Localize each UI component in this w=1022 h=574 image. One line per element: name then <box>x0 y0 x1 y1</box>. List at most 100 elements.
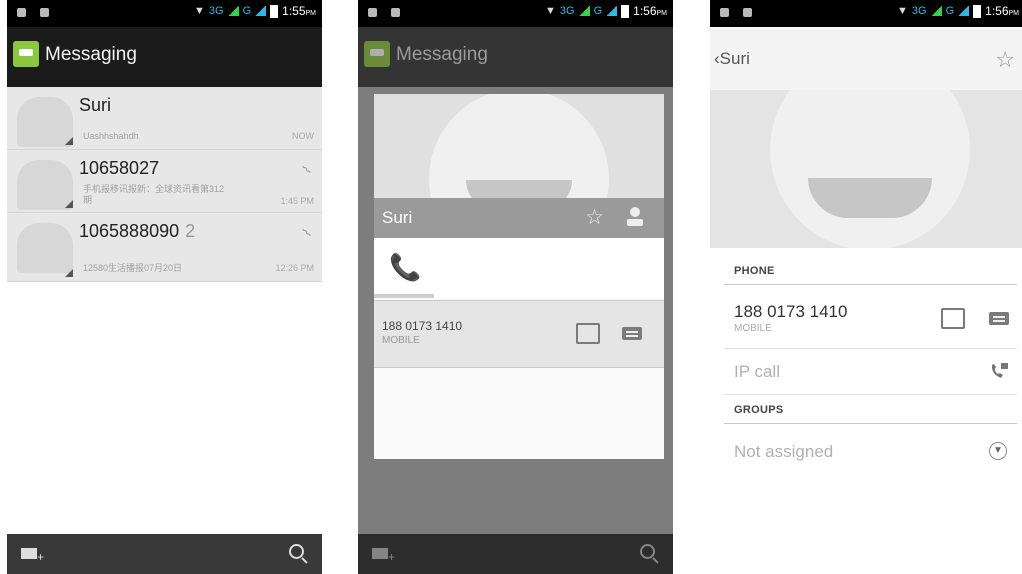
ip-call-label: IP call <box>734 362 780 381</box>
conversation-name: 1065888090 2 <box>79 221 196 241</box>
chevron-down-icon[interactable]: ▼ <box>989 442 1007 460</box>
avatar[interactable] <box>17 223 73 273</box>
network-label-2: G <box>945 5 955 17</box>
conversation-snippet: 12580生活播报07月20日 <box>83 263 183 273</box>
contact-photo <box>710 90 1022 248</box>
conversation-snippet: 手机报移讯报新：全球资讯看第312期 <box>83 184 225 205</box>
attachment-icon: ⌇ <box>298 162 315 178</box>
notification-icon <box>40 8 49 17</box>
battery-icon <box>973 4 982 18</box>
section-header-phone: PHONE <box>734 265 775 277</box>
network-label-2: G <box>593 5 603 17</box>
messaging-app-icon <box>364 41 390 67</box>
notification-icon <box>391 8 400 17</box>
groups-row[interactable]: Not assigned ▼ <box>724 428 1017 472</box>
conversation-item[interactable]: Suri Uashhshahdh NOW <box>7 87 322 150</box>
notification-icon <box>17 8 26 17</box>
ip-call-icon[interactable] <box>989 362 1009 380</box>
network-label-2: G <box>242 5 252 17</box>
action-bar: Messaging <box>7 27 322 87</box>
status-bar: ▼ 3G G 1:55PM <box>7 0 322 27</box>
message-count: 2 <box>185 221 196 241</box>
quick-contact-badge-icon <box>65 269 73 277</box>
status-bar: ▼ 3G G 1:56PM <box>358 0 673 27</box>
phone-icon[interactable]: 📞 <box>389 252 421 283</box>
conversation-time: 1:45 PM <box>280 196 314 206</box>
star-icon[interactable]: ☆ <box>585 205 604 230</box>
signal-icon <box>606 6 618 16</box>
open-contact-icon[interactable] <box>626 205 644 227</box>
bottom-action-bar <box>358 534 673 574</box>
back-button[interactable]: ‹Suri <box>714 49 750 69</box>
notification-icon <box>720 8 729 17</box>
section-divider <box>724 284 1017 285</box>
contact-name: Suri <box>382 208 413 227</box>
contact-name-bar: Suri ☆ <box>374 198 664 238</box>
conversation-time: 12:26 PM <box>275 263 314 273</box>
conversation-item[interactable]: 10658027 ⌇ 手机报移讯报新：全球资讯看第312期 1:45 PM <box>7 150 322 213</box>
phone-type: MOBILE <box>734 323 772 334</box>
notification-icon <box>368 8 377 17</box>
network-label: 3G <box>911 5 927 17</box>
app-title: Messaging <box>396 44 488 65</box>
quick-contact-badge-icon <box>65 137 73 145</box>
conversation-name: Suri <box>79 95 112 115</box>
battery-icon <box>270 4 279 18</box>
wifi-icon: ▼ <box>194 5 205 17</box>
clock: 1:56PM <box>985 4 1019 18</box>
conversation-time: NOW <box>292 131 314 141</box>
contact-card-icon[interactable] <box>576 323 600 344</box>
app-title: Messaging <box>45 44 137 65</box>
quick-contact-card: Suri ☆ 📞 188 0173 1410 MOBILE <box>374 94 664 459</box>
quick-contact-badge-icon <box>65 200 73 208</box>
phone-number-row[interactable]: 188 0173 1410 MOBILE <box>724 290 1017 349</box>
signal-icon <box>958 6 970 16</box>
phone-type: MOBILE <box>382 335 420 346</box>
action-tabs: 📞 <box>374 238 664 298</box>
network-label: 3G <box>559 5 575 17</box>
avatar-mouth-shape <box>466 180 572 198</box>
star-icon[interactable]: ☆ <box>995 47 1015 73</box>
status-bar: ▼ 3G G 1:56PM <box>710 0 1022 27</box>
phone-number: 188 0173 1410 <box>382 319 463 333</box>
compose-message-icon[interactable] <box>21 548 44 564</box>
network-label: 3G <box>208 5 224 17</box>
message-icon[interactable] <box>989 312 1009 325</box>
bottom-action-bar <box>7 534 322 574</box>
conversation-item[interactable]: 1065888090 2 ⌇ 12580生活播报07月20日 12:26 PM <box>7 213 322 282</box>
signal-icon <box>255 6 267 16</box>
groups-value: Not assigned <box>734 442 834 461</box>
search-icon[interactable] <box>289 544 304 559</box>
contact-photo <box>374 94 664 198</box>
contact-name: Suri <box>719 49 750 68</box>
attachment-icon: ⌇ <box>298 225 315 241</box>
phone-number-row[interactable]: 188 0173 1410 MOBILE <box>374 300 664 368</box>
conversation-snippet: Uashhshahdh <box>83 131 139 141</box>
signal-icon <box>227 6 239 16</box>
section-divider <box>724 423 1017 424</box>
placeholder-avatar-icon <box>770 90 970 248</box>
search-icon <box>640 544 655 559</box>
section-header-groups: GROUPS <box>734 404 784 416</box>
action-bar-dimmed: Messaging <box>358 27 673 87</box>
notification-icon <box>743 8 752 17</box>
quick-contact-screen: ▼ 3G G 1:56PM Messaging Suri ☆ 📞 188 017… <box>358 0 673 574</box>
phone-number: 188 0173 1410 <box>734 302 848 321</box>
signal-icon <box>930 6 942 16</box>
battery-icon <box>621 4 630 18</box>
signal-icon <box>578 6 590 16</box>
contact-card-icon[interactable] <box>941 308 965 329</box>
messaging-app-icon[interactable] <box>13 41 39 67</box>
wifi-icon: ▼ <box>545 5 556 17</box>
message-icon[interactable] <box>622 327 642 340</box>
clock: 1:55PM <box>282 4 316 18</box>
conversation-name: 10658027 <box>79 158 160 178</box>
contact-detail-screen: ▼ 3G G 1:56PM ‹Suri ☆ PHONE 188 0173 141… <box>710 0 1022 574</box>
ip-call-row[interactable]: IP call <box>724 350 1017 395</box>
compose-message-icon <box>372 548 395 564</box>
wifi-icon: ▼ <box>897 5 908 17</box>
clock: 1:56PM <box>633 4 667 18</box>
messaging-screen: ▼ 3G G 1:55PM Messaging Suri Uashhshahdh… <box>7 0 322 574</box>
selected-tab-indicator <box>374 294 434 298</box>
detail-action-bar: ‹Suri ☆ <box>710 27 1022 90</box>
